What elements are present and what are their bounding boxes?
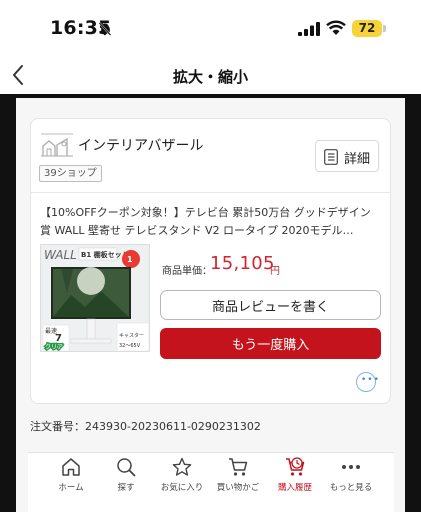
shop-name[interactable]: インテリアバザール — [78, 135, 203, 155]
tab-favorites[interactable]: お気に入り — [152, 456, 212, 496]
price-value: 15,105 — [210, 253, 275, 274]
bell-muted-icon — [98, 22, 112, 36]
product-image-art: WALL B1 棚板セット 1 最速 7 クリア キャスター 32～65V — [41, 245, 149, 351]
tab-search-label: 探す — [117, 483, 135, 493]
product-title[interactable]: 【10%OFFクーポン対象！】テレビ台 累計50万台 グッドデザイン賞 WALL… — [40, 204, 380, 240]
ellipsis-icon[interactable]: ••• — [356, 372, 379, 392]
order-number-value: 243930-20230611-0290231302 — [85, 420, 261, 433]
order-number-label: 注文番号： — [30, 420, 85, 433]
shop-logo — [41, 133, 73, 157]
tab-more-label: もっと見る — [329, 483, 373, 493]
shop-tag: 39ショップ — [39, 165, 102, 182]
write-review-button[interactable]: 商品レビューを書く — [160, 290, 381, 320]
tab-more[interactable]: もっと見る — [321, 456, 381, 496]
price-label: 商品単価： — [162, 266, 212, 277]
tab-cart[interactable]: 買い物かご — [208, 456, 268, 496]
image-tag2: 7 — [55, 333, 62, 344]
search-icon — [117, 458, 136, 477]
tab-home[interactable]: ホーム — [41, 456, 101, 496]
order-number: 注文番号：243930-20230611-0290231302 — [30, 418, 261, 434]
card-divider — [30, 192, 391, 193]
tab-cart-label: 買い物かご — [216, 483, 260, 493]
image-badge: B1 棚板セット — [81, 250, 129, 259]
wifi-icon — [326, 20, 346, 35]
image-size: 32～65V — [119, 343, 141, 349]
history-icon — [286, 457, 305, 476]
image-caster: キャスター — [119, 332, 144, 339]
status-bar: 16:35 72 — [0, 0, 421, 58]
detail-button[interactable]: 詳細 — [315, 140, 379, 172]
tab-purchase-history-label: 購入履歴 — [277, 483, 312, 493]
detail-label: 詳細 — [344, 152, 371, 167]
nav-bar: 拡大・縮小 — [0, 58, 421, 94]
page-title: 拡大・縮小 — [172, 68, 248, 86]
more-dots: ••• — [361, 375, 380, 385]
price-unit: 円 — [270, 266, 280, 277]
battery-tip — [383, 25, 386, 32]
buy-again-button[interactable]: もう一度購入 — [160, 328, 381, 359]
battery-indicator: 72 — [352, 20, 382, 37]
product-image[interactable]: WALL B1 棚板セット 1 最速 7 クリア キャスター 32～65V — [40, 244, 150, 352]
cart-icon — [229, 458, 248, 476]
more-icon — [342, 465, 360, 469]
tab-search[interactable]: 探す — [96, 456, 156, 496]
image-brand: WALL — [44, 248, 77, 262]
home-icon — [62, 458, 80, 476]
image-tag3: クリア — [45, 344, 63, 351]
svg-text:1: 1 — [127, 255, 133, 264]
signal-icon — [298, 22, 320, 36]
tab-favorites-label: お気に入り — [160, 483, 204, 493]
tab-home-label: ホーム — [58, 483, 84, 493]
list-icon — [324, 149, 338, 165]
tab-purchase-history[interactable]: 購入履歴 — [265, 456, 325, 496]
star-icon — [172, 457, 192, 476]
